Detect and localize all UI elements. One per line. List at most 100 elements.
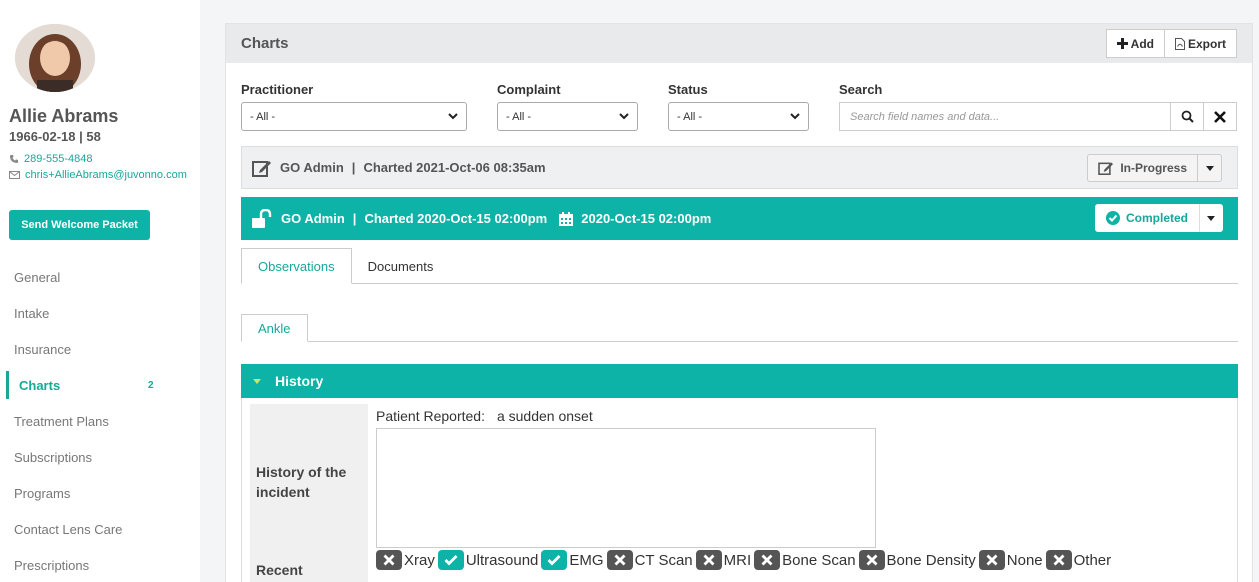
sidebar-item-subscriptions[interactable]: Subscriptions bbox=[0, 439, 200, 475]
phone-text[interactable]: 289-555-4848 bbox=[24, 153, 93, 165]
check-circle-icon bbox=[1105, 211, 1120, 225]
phone-icon bbox=[10, 155, 18, 163]
investigation-label: Other bbox=[1073, 551, 1112, 569]
pdf-file-icon bbox=[1174, 37, 1185, 50]
tab-observations[interactable]: Observations bbox=[241, 248, 352, 284]
x-mark-icon bbox=[978, 550, 1005, 570]
chart-tabs: Observations Documents bbox=[241, 248, 1238, 284]
investigation-bone-scan[interactable]: Bone Scan bbox=[754, 550, 856, 570]
chart-charted-date: Charted 2020-Oct-15 02:00pm bbox=[364, 211, 548, 226]
caret-down-icon bbox=[1207, 215, 1215, 221]
status-label: Status bbox=[668, 82, 708, 97]
complaint-value: - All - bbox=[506, 110, 532, 123]
sidebar-item-label: Insurance bbox=[14, 341, 72, 357]
status-select[interactable]: - All - bbox=[668, 102, 809, 131]
investigation-label: MRI bbox=[723, 551, 752, 569]
investigations-list: Xray Ultrasound EMG CT Scan MRI Bone Sca… bbox=[376, 550, 1114, 570]
search-input[interactable]: Search field names and data... bbox=[839, 102, 1171, 131]
investigation-label: Xray bbox=[404, 551, 435, 569]
clear-search-button[interactable] bbox=[1204, 102, 1237, 131]
investigation-label: Bone Scan bbox=[782, 551, 856, 569]
patient-sidebar: Allie Abrams 1966-02-18 | 58 289-555-484… bbox=[0, 0, 200, 582]
practitioner-value: - All - bbox=[250, 110, 276, 123]
status-filter: Status - All - bbox=[668, 82, 809, 131]
sidebar-item-general[interactable]: General bbox=[0, 259, 200, 295]
sidebar-item-label: Programs bbox=[14, 485, 71, 501]
search-icon bbox=[1181, 110, 1194, 123]
tab-ankle[interactable]: Ankle bbox=[241, 314, 308, 342]
export-label: Export bbox=[1187, 36, 1226, 51]
investigation-label: Ultrasound bbox=[465, 551, 539, 569]
panel-title: Charts bbox=[241, 35, 289, 52]
patient-email[interactable]: chris+AllieAbrams@juvonno.com bbox=[9, 170, 189, 181]
status-value: - All - bbox=[677, 110, 703, 123]
header-actions: Add Export bbox=[1105, 29, 1237, 58]
plus-icon bbox=[1116, 38, 1128, 49]
in-progress-button[interactable]: In-Progress bbox=[1087, 154, 1198, 182]
send-welcome-packet-button[interactable]: Send Welcome Packet bbox=[9, 210, 150, 240]
label-column: History of the incident Recent Investiga… bbox=[250, 404, 368, 582]
investigation-label: EMG bbox=[569, 551, 604, 569]
investigation-bone-density[interactable]: Bone Density bbox=[858, 550, 976, 570]
complaint-label: Complaint bbox=[497, 82, 561, 97]
investigation-mri[interactable]: MRI bbox=[695, 550, 752, 570]
complaint-filter: Complaint - All - bbox=[497, 82, 638, 131]
caret-down-icon bbox=[1205, 165, 1214, 171]
sidebar-item-label: General bbox=[14, 269, 61, 285]
chart-author: GO Admin bbox=[280, 160, 344, 175]
status-caret-button[interactable] bbox=[1199, 204, 1223, 232]
patient-reported-value: a sudden onset bbox=[496, 408, 593, 424]
status-label: In-Progress bbox=[1120, 161, 1187, 175]
history-notes-textarea[interactable] bbox=[376, 428, 876, 548]
unlock-icon bbox=[252, 208, 272, 228]
x-mark-icon bbox=[695, 550, 722, 570]
patient-phone[interactable]: 289-555-4848 bbox=[9, 153, 93, 165]
complaint-select[interactable]: - All - bbox=[497, 102, 638, 131]
sidebar-item-label: Subscriptions bbox=[14, 449, 93, 465]
history-incident-label: History of the incident bbox=[256, 464, 347, 500]
sidebar-item-treatment-plans[interactable]: Treatment Plans bbox=[0, 403, 200, 439]
practitioner-select[interactable]: - All - bbox=[241, 102, 467, 131]
investigation-none[interactable]: None bbox=[978, 550, 1043, 570]
investigation-ct-scan[interactable]: CT Scan bbox=[606, 550, 693, 570]
chart-entry-in-progress[interactable]: GO Admin | Charted 2021-Oct-06 08:35am I… bbox=[241, 146, 1238, 189]
status-label: Completed bbox=[1125, 211, 1188, 225]
sidebar-item-label: Intake bbox=[14, 305, 50, 321]
sidebar-item-contact-lens-care[interactable]: Contact Lens Care bbox=[0, 511, 200, 547]
charts-count-badge: 2 bbox=[148, 379, 154, 391]
sidebar-item-programs[interactable]: Programs bbox=[0, 475, 200, 511]
status-dropdown: In-Progress bbox=[1087, 154, 1222, 182]
email-text[interactable]: chris+AllieAbrams@juvonno.com bbox=[25, 170, 187, 181]
add-button[interactable]: Add bbox=[1105, 29, 1165, 58]
separator: | bbox=[351, 160, 356, 175]
history-section-header[interactable]: History bbox=[241, 364, 1238, 398]
export-button[interactable]: Export bbox=[1164, 29, 1237, 58]
investigation-label: Bone Density bbox=[886, 551, 976, 569]
tab-documents[interactable]: Documents bbox=[352, 248, 450, 284]
investigation-other[interactable]: Other bbox=[1045, 550, 1112, 570]
sidebar-item-label: Prescriptions bbox=[14, 557, 90, 573]
sidebar-item-prescriptions[interactable]: Prescriptions bbox=[0, 547, 200, 582]
investigation-label: None bbox=[1006, 551, 1043, 569]
investigation-emg[interactable]: EMG bbox=[541, 550, 604, 570]
status-caret-button[interactable] bbox=[1198, 154, 1222, 182]
investigation-ultrasound[interactable]: Ultrasound bbox=[437, 550, 539, 570]
add-label: Add bbox=[1130, 36, 1154, 51]
x-mark-icon bbox=[858, 550, 885, 570]
avatar bbox=[15, 24, 95, 92]
sidebar-item-intake[interactable]: Intake bbox=[0, 295, 200, 331]
section-title: History bbox=[275, 373, 324, 389]
chart-appointment-date: 2020-Oct-15 02:00pm bbox=[581, 211, 712, 226]
chart-entry-completed[interactable]: GO Admin | Charted 2020-Oct-15 02:00pm 2… bbox=[241, 197, 1238, 240]
chevron-down-icon bbox=[790, 113, 800, 120]
investigation-xray[interactable]: Xray bbox=[376, 550, 435, 570]
search-button[interactable] bbox=[1171, 102, 1204, 131]
sidebar-item-charts[interactable]: Charts 2 bbox=[0, 367, 200, 403]
edit-icon bbox=[252, 160, 271, 177]
completed-button[interactable]: Completed bbox=[1094, 204, 1199, 232]
sidebar-item-insurance[interactable]: Insurance bbox=[0, 331, 200, 367]
sidebar-item-label: Charts bbox=[19, 377, 61, 393]
investigation-label: CT Scan bbox=[634, 551, 693, 569]
chart-author: GO Admin bbox=[281, 211, 345, 226]
filter-bar: Practitioner - All - Complaint - All - S… bbox=[241, 82, 1238, 132]
